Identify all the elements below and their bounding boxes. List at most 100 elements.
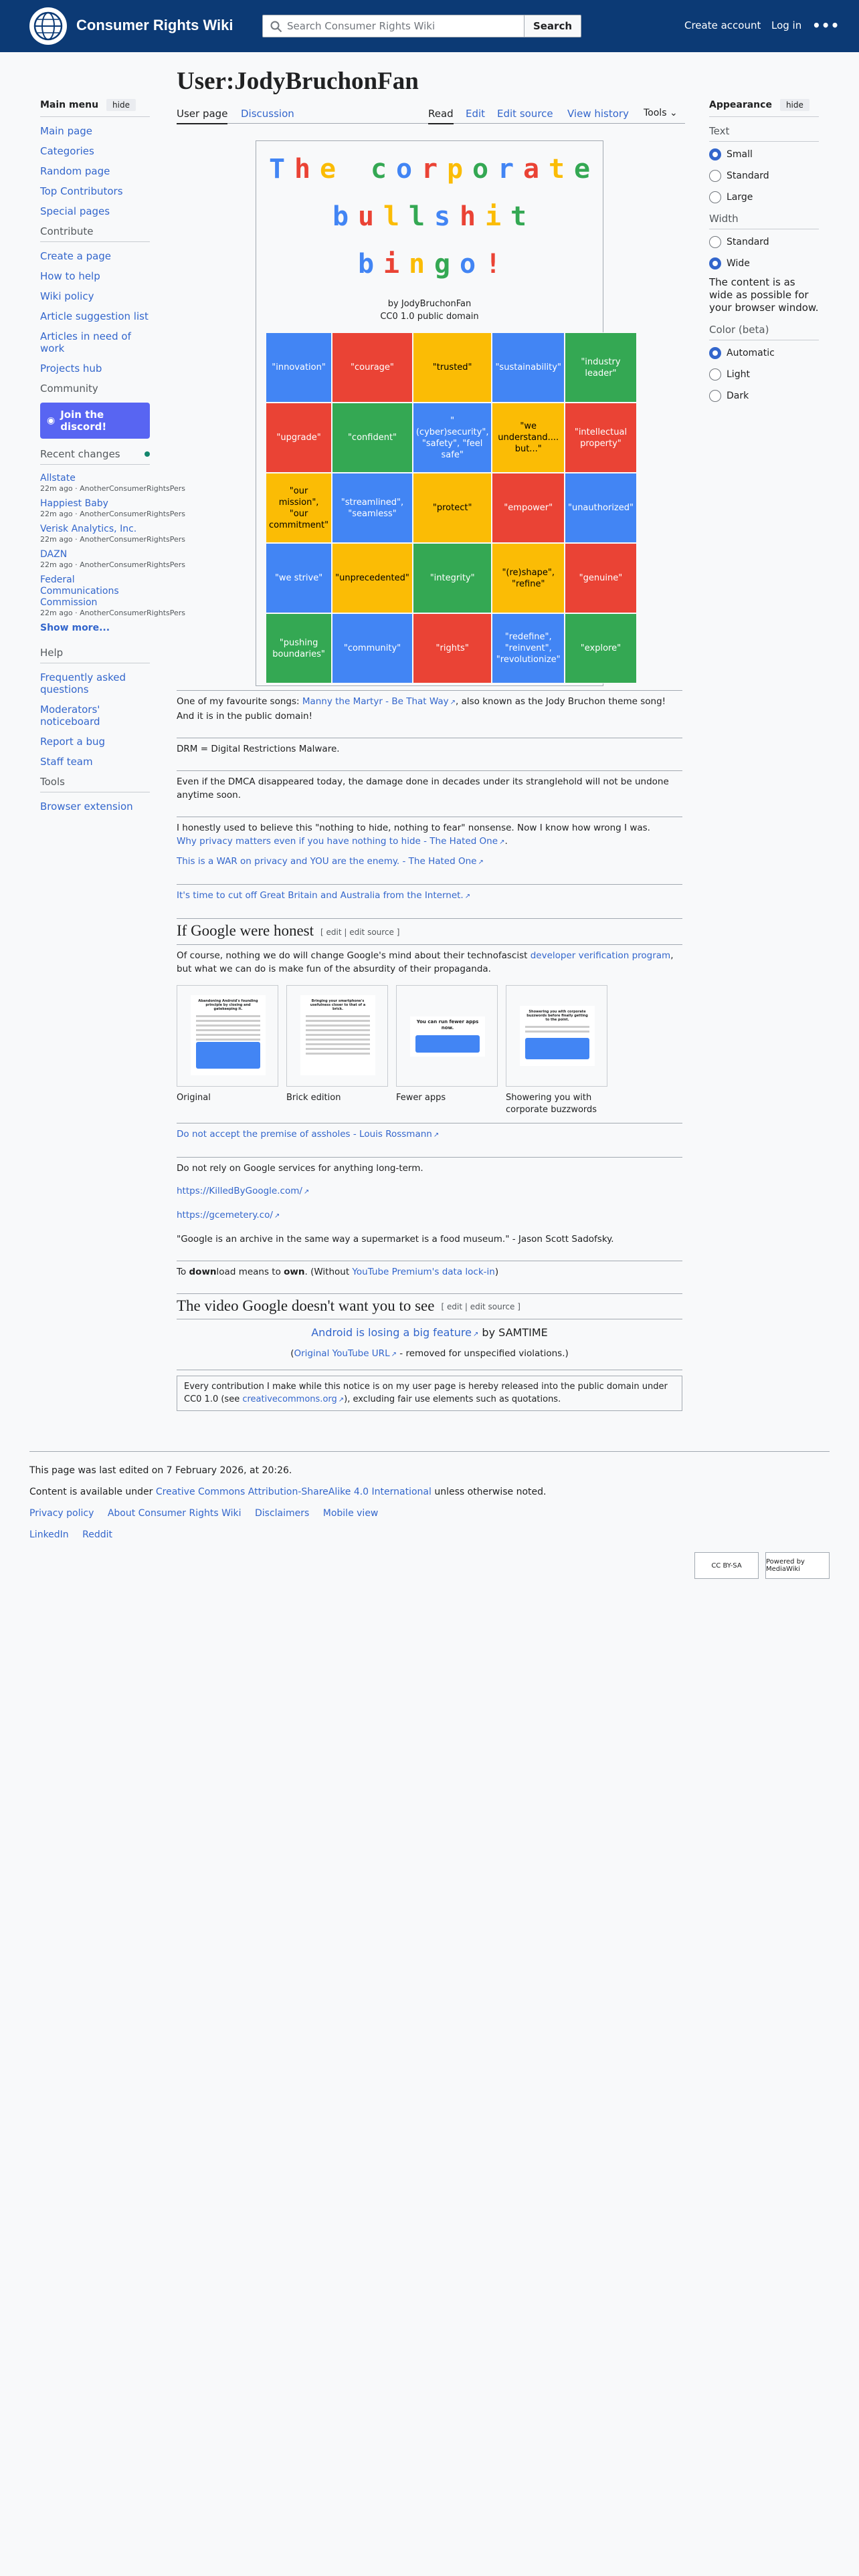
powered-by-mediawiki-badge[interactable]: Powered by MediaWiki <box>765 1552 830 1579</box>
tools-dropdown[interactable]: Tools ⌄ <box>644 108 678 118</box>
sidebar-item-articles-need-work[interactable]: Articles in need of work <box>40 330 150 354</box>
bingo-title-letter: o <box>459 249 476 280</box>
section-video: The video Google doesn't want you to see… <box>177 1293 682 1319</box>
color-light-radio[interactable]: Light <box>709 368 819 381</box>
sidebar-item-browser-extension[interactable]: Browser extension <box>40 800 150 813</box>
about-link[interactable]: About Consumer Rights Wiki <box>108 1508 242 1519</box>
gallery-thumbnail[interactable]: You can run fewer apps now. <box>396 984 498 1087</box>
gcemetery-link[interactable]: https://gcemetery.co/ <box>177 1210 280 1220</box>
recent-change-item: Happiest Baby 22m ago · AnotherConsumerR… <box>40 498 185 518</box>
search-input[interactable] <box>287 20 514 32</box>
developer-verification-link[interactable]: developer verification program <box>531 950 670 961</box>
original-youtube-link[interactable]: Original YouTube URL <box>294 1348 397 1359</box>
killedbygoogle-link[interactable]: https://KilledByGoogle.com/ <box>177 1186 309 1196</box>
dmca-paragraph: Even if the DMCA disappeared today, the … <box>177 776 669 800</box>
privacy-policy-link[interactable]: Privacy policy <box>29 1508 94 1519</box>
sidebar-item-staff-team[interactable]: Staff team <box>40 756 150 768</box>
main-menu-hide-button[interactable]: hide <box>106 99 136 111</box>
bingo-cell: "industry leader" <box>564 332 637 403</box>
radio-label: Standard <box>727 237 769 247</box>
recent-change-link[interactable]: Allstate <box>40 473 150 484</box>
recent-change-link[interactable]: DAZN <box>40 549 150 560</box>
sidebar-item-categories[interactable]: Categories <box>40 145 150 157</box>
page-tabs: User page Discussion Read Edit Edit sour… <box>177 104 685 124</box>
gallery-item[interactable]: You can run fewer apps now. Fewer apps <box>396 984 498 1116</box>
text-size-small-radio[interactable]: Small <box>709 148 819 160</box>
privacy-video-link[interactable]: Why privacy matters even if you have not… <box>177 836 504 847</box>
search-button[interactable]: Search <box>524 15 581 37</box>
cut-off-link[interactable]: It's time to cut off Great Britain and A… <box>177 890 470 901</box>
bingo-cell: "streamlined", "seamless" <box>332 473 413 543</box>
width-standard-radio[interactable]: Standard <box>709 236 819 248</box>
gallery-thumbnail[interactable]: Showering you with corporate buzzwords b… <box>506 984 607 1087</box>
section-edit-links[interactable]: [ edit | edit source ] <box>320 928 399 937</box>
gallery-thumbnail[interactable]: Bringing your smartphone's usefulness cl… <box>286 984 388 1087</box>
gallery-thumbnail[interactable]: Abandoning Android's founding principle … <box>177 984 278 1087</box>
video-link[interactable]: Android is losing a big feature <box>311 1326 478 1339</box>
text-bold: own <box>284 1266 305 1277</box>
creativecommons-link[interactable]: creativecommons.org <box>242 1394 344 1404</box>
rossmann-link[interactable]: Do not accept the premise of assholes - … <box>177 1129 439 1140</box>
text-size-standard-radio[interactable]: Standard <box>709 170 819 182</box>
sidebar-item-projects-hub[interactable]: Projects hub <box>40 362 150 374</box>
recent-change-link[interactable]: Verisk Analytics, Inc. <box>40 524 150 535</box>
tab-discussion[interactable]: Discussion <box>241 108 294 120</box>
recent-change-link[interactable]: Federal Communications Commission <box>40 574 150 609</box>
tab-view-history[interactable]: View history <box>567 108 629 120</box>
section-edit-links[interactable]: [ edit | edit source ] <box>441 1302 520 1311</box>
google-honest-heading: If Google were honest [ edit | edit sourc… <box>177 923 682 939</box>
create-account-link[interactable]: Create account <box>684 19 761 31</box>
youtube-premium-link[interactable]: YouTube Premium's data lock-in <box>352 1267 494 1277</box>
sidebar-item-article-suggestion[interactable]: Article suggestion list <box>40 310 150 322</box>
gallery-item[interactable]: Showering you with corporate buzzwords b… <box>506 984 607 1116</box>
sidebar-item-main-page[interactable]: Main page <box>40 125 150 137</box>
sidebar-item-moderators-noticeboard[interactable]: Moderators' noticeboard <box>40 704 150 728</box>
recent-change-item: Federal Communications Commission 22m ag… <box>40 574 185 617</box>
sidebar-item-wiki-policy[interactable]: Wiki policy <box>40 290 150 302</box>
cc-by-sa-badge[interactable]: CC BY-SA <box>694 1552 759 1579</box>
sidebar-item-report-bug[interactable]: Report a bug <box>40 736 150 748</box>
width-wide-radio[interactable]: Wide <box>709 257 819 270</box>
sidebar-item-faq[interactable]: Frequently asked questions <box>40 671 150 695</box>
more-options-icon[interactable]: ••• <box>812 17 840 33</box>
song-link[interactable]: Manny the Martyr - Be That Way <box>302 696 456 707</box>
bingo-cell: "confident" <box>332 403 413 473</box>
gallery-item[interactable]: Abandoning Android's founding principle … <box>177 984 278 1116</box>
sidebar-item-how-to-help[interactable]: How to help <box>40 270 150 282</box>
tab-user-page[interactable]: User page <box>177 108 228 124</box>
text-size-large-radio[interactable]: Large <box>709 191 819 203</box>
social-links: LinkedIn Reddit <box>29 1529 830 1540</box>
site-name[interactable]: Consumer Rights Wiki <box>76 17 233 34</box>
section-rely: Do not rely on Google services for anyth… <box>177 1156 682 1257</box>
tab-read[interactable]: Read <box>428 108 454 124</box>
search-box[interactable] <box>262 15 524 37</box>
tab-edit-source[interactable]: Edit source <box>497 108 553 120</box>
text: Of course, nothing we do will change Goo… <box>177 950 531 961</box>
color-dark-radio[interactable]: Dark <box>709 390 819 402</box>
disclaimers-link[interactable]: Disclaimers <box>255 1508 309 1519</box>
appearance-hide-button[interactable]: hide <box>779 99 809 111</box>
sidebar-item-create-page[interactable]: Create a page <box>40 250 150 262</box>
reddit-link[interactable]: Reddit <box>82 1529 112 1540</box>
bingo-title-letter: r <box>421 154 438 185</box>
login-link[interactable]: Log in <box>771 19 801 31</box>
license-link[interactable]: Creative Commons Attribution-ShareAlike … <box>156 1487 432 1497</box>
mobile-view-link[interactable]: Mobile view <box>323 1508 379 1519</box>
gallery-item[interactable]: Bringing your smartphone's usefulness cl… <box>286 984 388 1116</box>
show-more-link[interactable]: Show more... <box>40 623 150 633</box>
bingo-card: The corporate bullshit b i n g o! by JodyBru… <box>256 140 637 686</box>
war-video-link[interactable]: This is a WAR on privacy and YOU are the… <box>177 856 484 867</box>
section-drm: DRM = Digital Restrictions Malware. <box>177 738 682 766</box>
tab-edit[interactable]: Edit <box>466 108 485 120</box>
site-logo[interactable] <box>29 7 67 45</box>
sidebar-item-top-contributors[interactable]: Top Contributors <box>40 185 150 197</box>
internet-paragraph: It's time to cut off Great Britain and A… <box>177 889 682 903</box>
sidebar-item-special-pages[interactable]: Special pages <box>40 205 150 217</box>
bingo-cell: "(cyber)security", "safety", "feel safe" <box>412 403 492 473</box>
join-discord-button[interactable]: ◉ Join the discord! <box>40 403 150 439</box>
linkedin-link[interactable]: LinkedIn <box>29 1529 69 1540</box>
color-automatic-radio[interactable]: Automatic <box>709 347 819 359</box>
section-internet: It's time to cut off Great Britain and A… <box>177 884 682 914</box>
recent-change-link[interactable]: Happiest Baby <box>40 498 150 510</box>
sidebar-item-random-page[interactable]: Random page <box>40 165 150 177</box>
